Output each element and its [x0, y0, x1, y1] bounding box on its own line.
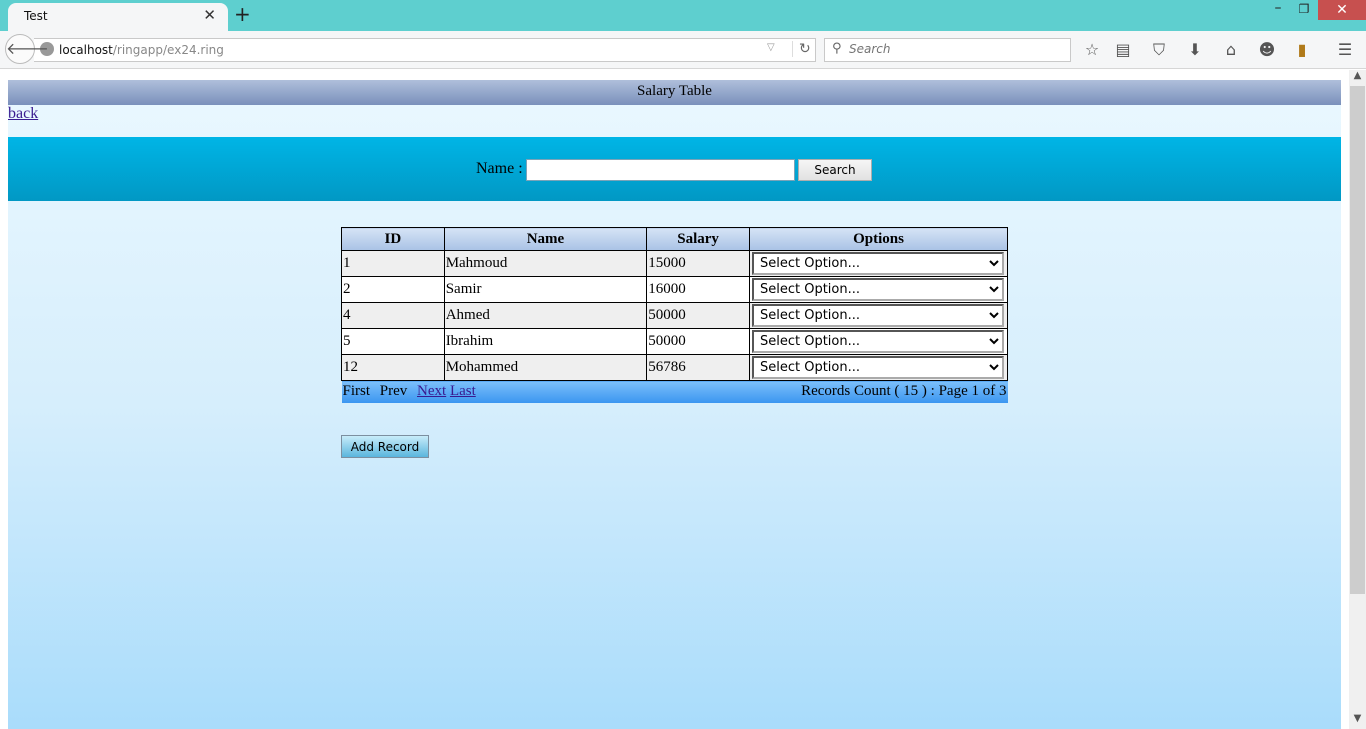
name-search-input[interactable]: [526, 159, 795, 181]
table-header-row: ID Name Salary Options: [341, 227, 1009, 251]
cell-options: Select Option...: [748, 354, 1009, 381]
url-text[interactable]: localhost/ringapp/ex24.ring: [59, 43, 224, 57]
page-title: Salary Table: [8, 80, 1341, 105]
browser-search-input[interactable]: [849, 42, 1059, 56]
table-row: 4 Ahmed 50000 Select Option...: [341, 302, 1009, 329]
reading-list-icon[interactable]: ▤: [1112, 39, 1134, 61]
column-header-name: Name: [443, 227, 648, 251]
options-select[interactable]: Select Option...: [751, 252, 1004, 275]
table-row: 2 Samir 16000 Select Option...: [341, 276, 1009, 303]
search-bar[interactable]: ⚲: [824, 38, 1071, 62]
cell-name: Ibrahim: [443, 328, 648, 355]
window-close-button[interactable]: ✕: [1318, 0, 1366, 20]
browser-tab[interactable]: Test ✕: [8, 3, 228, 32]
dropdown-icon[interactable]: ▽: [767, 42, 775, 53]
back-link[interactable]: back: [8, 105, 38, 123]
scroll-thumb[interactable]: [1350, 86, 1365, 594]
cell-id: 1: [341, 250, 445, 277]
cell-salary: 16000: [646, 276, 750, 303]
cell-options: Select Option...: [748, 250, 1009, 277]
scroll-up-icon[interactable]: ▲: [1349, 70, 1366, 86]
pagination-controls: First Prev Next Last: [341, 380, 647, 403]
column-header-options: Options: [748, 227, 1009, 251]
extension-icon[interactable]: ▮: [1291, 39, 1313, 61]
cell-name: Samir: [443, 276, 648, 303]
column-header-id: ID: [341, 227, 445, 251]
scroll-down-icon[interactable]: ▼: [1349, 713, 1366, 729]
cell-salary: 15000: [646, 250, 750, 277]
pager-prev: Prev: [379, 383, 408, 400]
bookmark-star-icon[interactable]: ☆: [1081, 39, 1103, 61]
records-status: Records Count ( 15 ) : Page 1 of 3: [646, 380, 1008, 403]
pager-last-link[interactable]: Last: [450, 383, 476, 399]
cell-name: Mohammed: [443, 354, 648, 381]
url-bar[interactable]: localhost/ringapp/ex24.ring ▽ ↻: [34, 38, 816, 62]
cell-salary: 50000: [646, 302, 750, 329]
table-row: 12 Mohammed 56786 Select Option...: [341, 354, 1009, 381]
menu-icon[interactable]: ☰: [1334, 39, 1356, 61]
pager-next-link[interactable]: Next: [417, 383, 446, 399]
cell-options: Select Option...: [748, 302, 1009, 329]
restore-button[interactable]: ❐: [1292, 2, 1316, 22]
page-viewport: Salary Table back Name : Search ID Name …: [0, 70, 1349, 729]
options-select[interactable]: Select Option...: [751, 278, 1004, 301]
cell-id: 2: [341, 276, 445, 303]
browser-titlebar: Test ✕ + – ❐ ✕: [0, 0, 1366, 32]
vertical-scrollbar[interactable]: ▲ ▼: [1349, 70, 1366, 729]
add-record-button[interactable]: Add Record: [341, 435, 429, 458]
cell-name: Mahmoud: [443, 250, 648, 277]
table-row: 1 Mahmoud 15000 Select Option...: [341, 250, 1009, 277]
pocket-icon[interactable]: ⛉: [1148, 39, 1170, 61]
back-arrow-icon[interactable]: 🡐: [5, 34, 49, 64]
search-icon: ⚲: [832, 41, 842, 56]
close-tab-icon[interactable]: ✕: [203, 6, 216, 24]
cell-options: Select Option...: [748, 276, 1009, 303]
download-icon[interactable]: ⬇: [1184, 39, 1206, 61]
reload-icon[interactable]: ↻: [792, 41, 811, 57]
home-icon[interactable]: ⌂: [1220, 39, 1242, 61]
cell-id: 5: [341, 328, 445, 355]
search-panel: Name : Search: [8, 137, 1341, 201]
options-select[interactable]: Select Option...: [751, 356, 1004, 379]
salary-table: ID Name Salary Options 1 Mahmoud 15000 S…: [341, 227, 1009, 403]
cell-salary: 50000: [646, 328, 750, 355]
options-select[interactable]: Select Option...: [751, 304, 1004, 327]
browser-navbar: localhost/ringapp/ex24.ring ▽ ↻ 🡐 ⚲ ☆ ▤ …: [0, 31, 1366, 69]
table-row: 5 Ibrahim 50000 Select Option...: [341, 328, 1009, 355]
name-label: Name :: [476, 160, 523, 177]
cell-salary: 56786: [646, 354, 750, 381]
cell-id: 4: [341, 302, 445, 329]
page-content: Salary Table back Name : Search ID Name …: [8, 80, 1341, 729]
url-path: /ringapp/ex24.ring: [112, 43, 224, 57]
minimize-button[interactable]: –: [1266, 0, 1290, 20]
cell-name: Ahmed: [443, 302, 648, 329]
cell-options: Select Option...: [748, 328, 1009, 355]
search-button[interactable]: Search: [798, 159, 872, 181]
options-select[interactable]: Select Option...: [751, 330, 1004, 353]
pager-first: First: [342, 383, 371, 400]
column-header-salary: Salary: [646, 227, 750, 251]
chat-icon[interactable]: ☻: [1256, 39, 1278, 61]
pagination-row: First Prev Next Last Records Count ( 15 …: [341, 380, 1008, 403]
tab-title: Test: [24, 9, 48, 23]
url-host: localhost: [59, 43, 113, 57]
new-tab-button[interactable]: +: [234, 2, 251, 26]
cell-id: 12: [341, 354, 445, 381]
